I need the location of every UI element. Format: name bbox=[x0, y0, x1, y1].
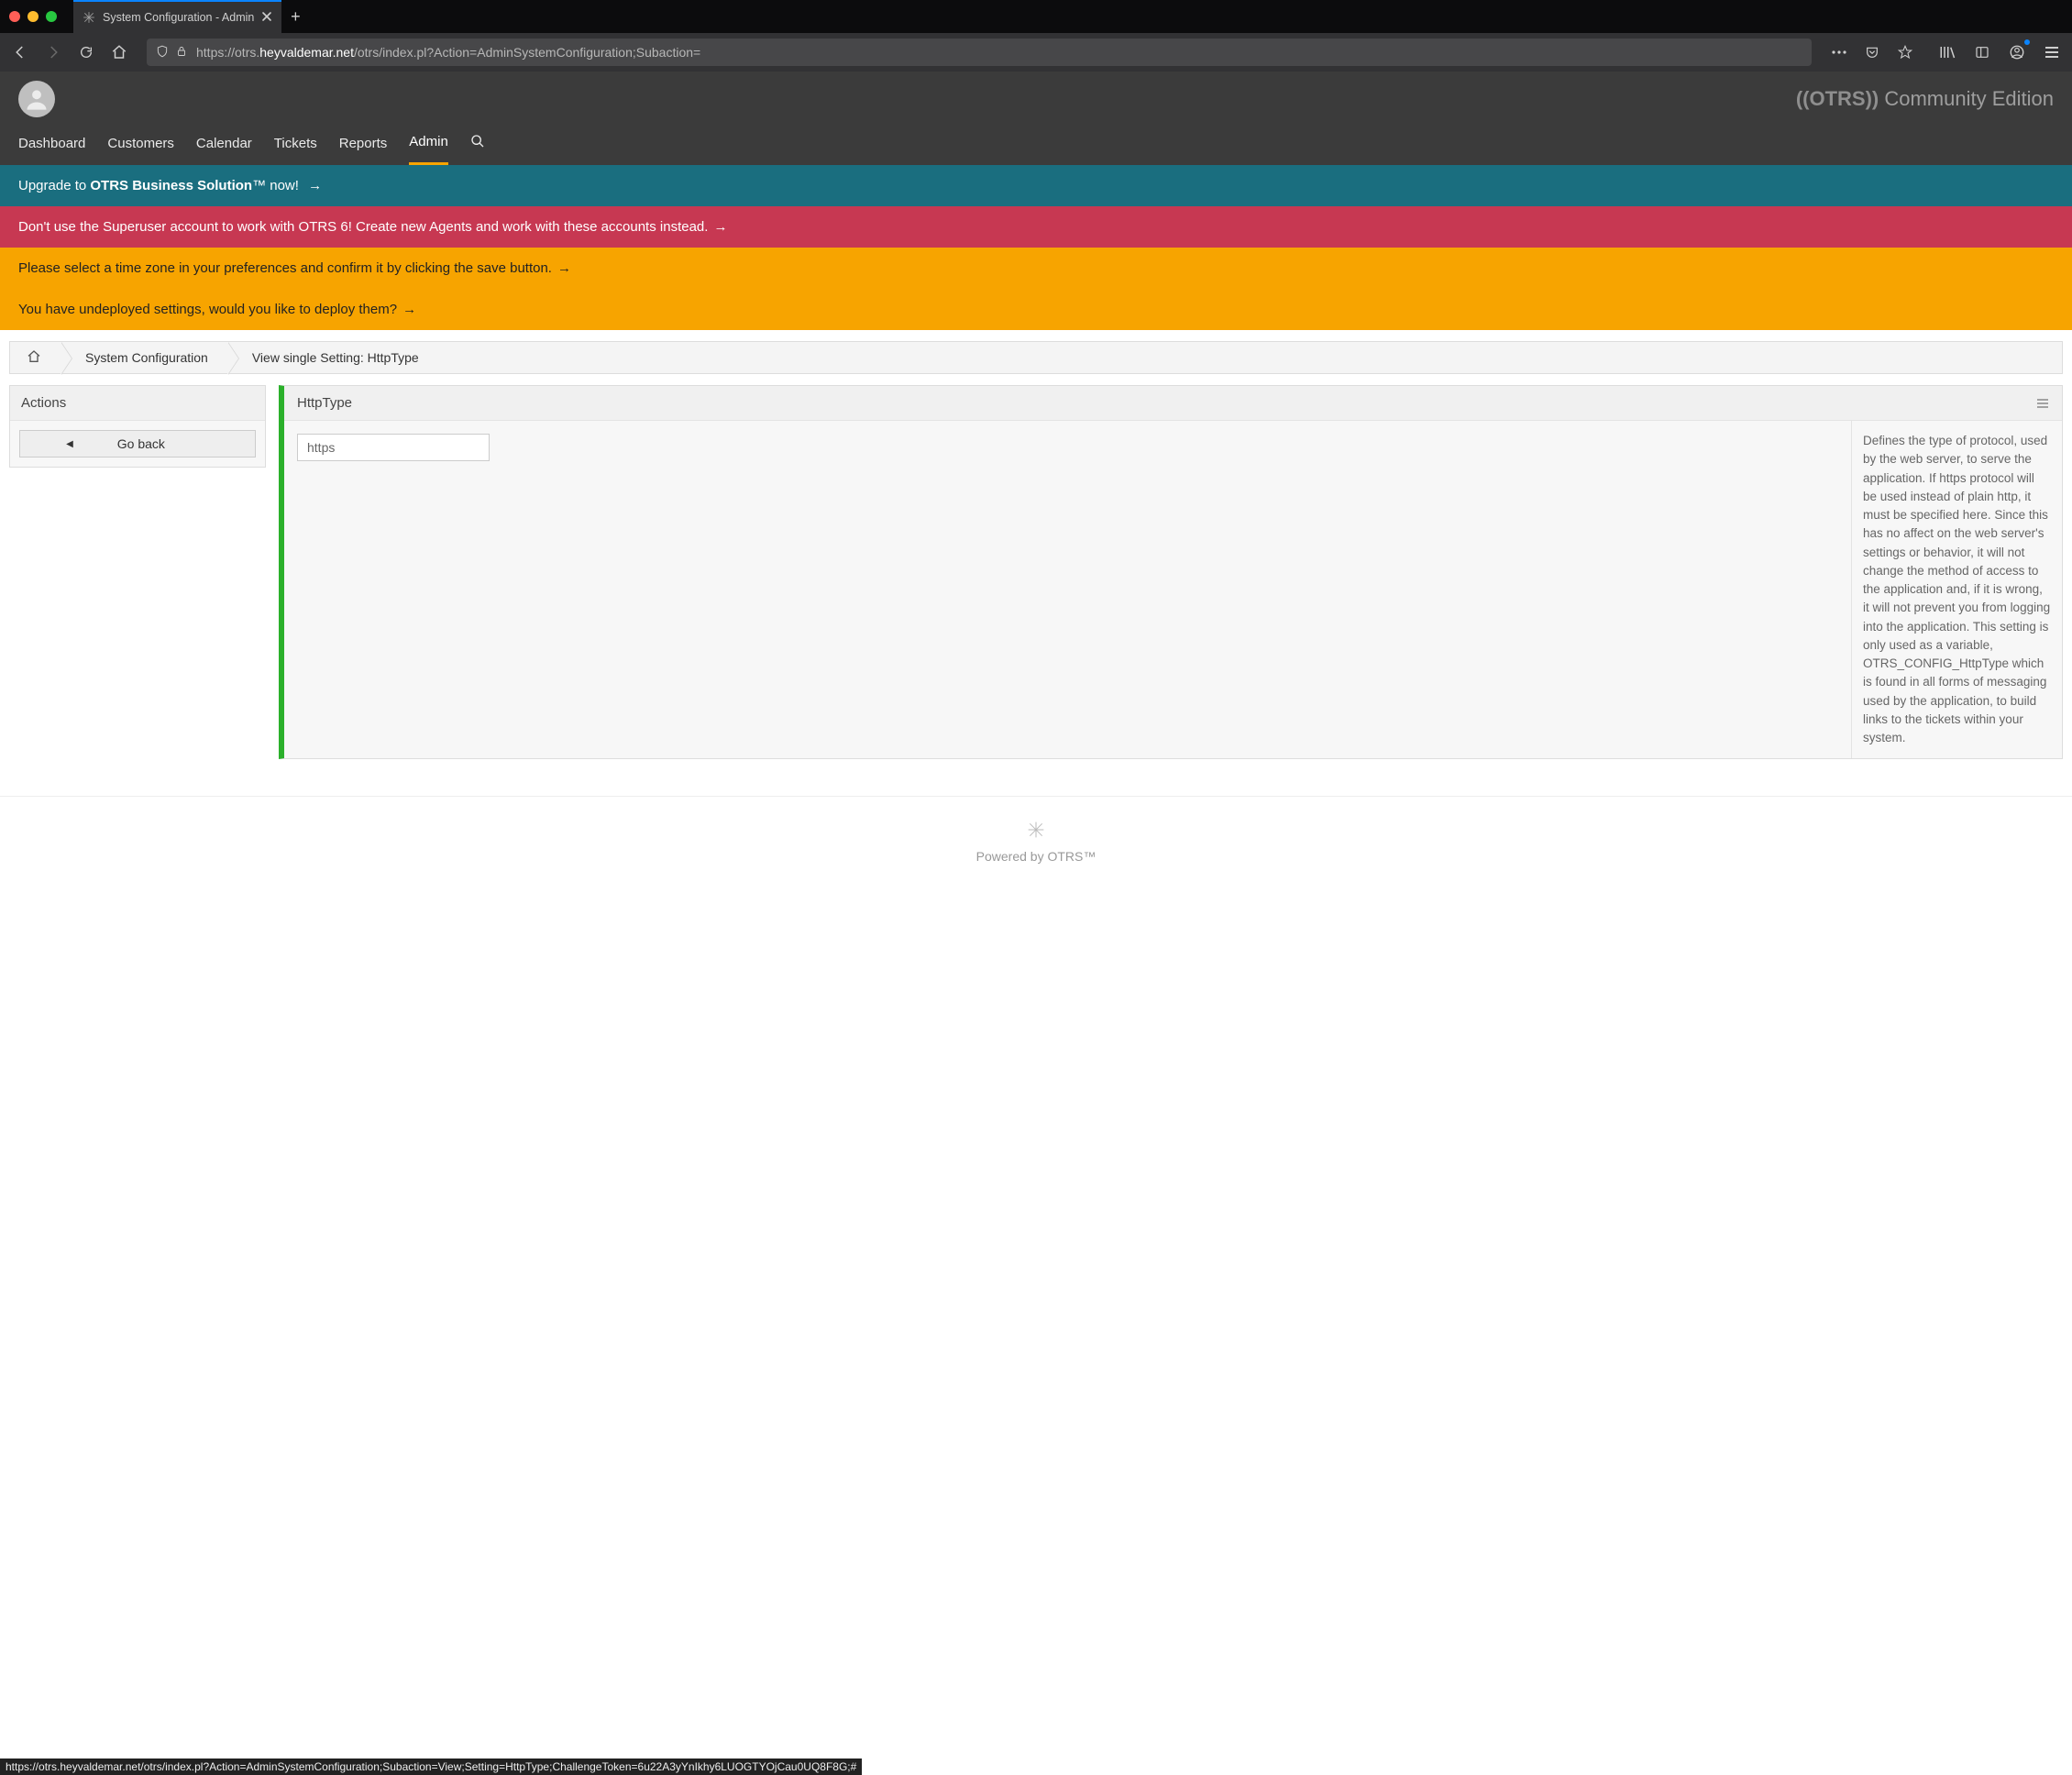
nav-admin[interactable]: Admin bbox=[409, 130, 448, 165]
home-icon bbox=[27, 349, 41, 367]
user-avatar[interactable] bbox=[18, 81, 55, 117]
nav-forward-button[interactable] bbox=[40, 39, 66, 65]
browser-tab-title: System Configuration - Admin bbox=[103, 11, 254, 24]
browser-tab[interactable]: System Configuration - Admin bbox=[73, 0, 281, 33]
library-icon[interactable] bbox=[1934, 39, 1960, 65]
go-back-button[interactable]: ◀ Go back bbox=[19, 430, 256, 458]
nav-dashboard[interactable]: Dashboard bbox=[18, 132, 85, 164]
setting-title: HttpType bbox=[297, 395, 352, 411]
footer-logo-icon bbox=[0, 821, 2072, 842]
brand-text: ((OTRS)) Community Edition bbox=[1796, 87, 2054, 111]
breadcrumb-home[interactable] bbox=[10, 342, 61, 373]
lock-icon bbox=[176, 45, 187, 61]
go-back-label: Go back bbox=[117, 436, 165, 451]
actions-panel-header: Actions bbox=[10, 386, 265, 421]
browser-toolbar: https://otrs.heyvaldemar.net/otrs/index.… bbox=[0, 33, 2072, 72]
account-icon[interactable] bbox=[2004, 39, 2030, 65]
tab-favicon-icon bbox=[83, 11, 95, 24]
content-area: Actions ◀ Go back HttpType bbox=[0, 385, 2072, 777]
breadcrumb-sysconfig[interactable]: System Configuration bbox=[61, 342, 228, 373]
banner-upgrade[interactable]: Upgrade to OTRS Business Solution™ now! … bbox=[0, 165, 2072, 206]
sidebar-toggle-icon[interactable] bbox=[1969, 39, 1995, 65]
bookmark-star-icon[interactable] bbox=[1892, 39, 1918, 65]
nav-back-button[interactable] bbox=[7, 39, 33, 65]
arrow-right-icon: → bbox=[557, 260, 571, 276]
window-minimize-button[interactable] bbox=[28, 11, 39, 22]
banner-timezone[interactable]: Please select a time zone in your prefer… bbox=[0, 248, 2072, 289]
tab-close-icon[interactable] bbox=[261, 11, 272, 25]
breadcrumb: System Configuration View single Setting… bbox=[9, 341, 2063, 374]
shield-icon bbox=[156, 45, 169, 61]
app-header: ((OTRS)) Community Edition Dashboard Cus… bbox=[0, 72, 2072, 165]
setting-menu-icon[interactable] bbox=[2036, 398, 2049, 409]
window-close-button[interactable] bbox=[9, 11, 20, 22]
window-controls bbox=[9, 11, 57, 22]
status-bar: https://otrs.heyvaldemar.net/otrs/index.… bbox=[0, 1758, 862, 1775]
nav-home-button[interactable] bbox=[106, 39, 132, 65]
browser-tab-strip: System Configuration - Admin + bbox=[0, 0, 2072, 33]
nav-reports[interactable]: Reports bbox=[339, 132, 388, 164]
footer: Powered by OTRS™ bbox=[0, 796, 2072, 900]
nav-reload-button[interactable] bbox=[73, 39, 99, 65]
nav-customers[interactable]: Customers bbox=[107, 132, 174, 164]
actions-panel: Actions ◀ Go back bbox=[9, 385, 266, 468]
main-nav: Dashboard Customers Calendar Tickets Rep… bbox=[0, 117, 2072, 165]
triangle-left-icon: ◀ bbox=[66, 439, 73, 449]
pocket-icon[interactable] bbox=[1859, 39, 1885, 65]
arrow-right-icon: → bbox=[402, 302, 416, 317]
breadcrumb-current: View single Setting: HttpType bbox=[228, 342, 439, 373]
setting-panel: HttpType Defines the type of protocol, u… bbox=[279, 385, 2063, 759]
app-menu-icon[interactable] bbox=[2039, 39, 2065, 65]
footer-text: Powered by OTRS™ bbox=[0, 849, 2072, 864]
window-zoom-button[interactable] bbox=[46, 11, 57, 22]
arrow-right-icon: → bbox=[308, 178, 322, 193]
banner-undeployed[interactable]: You have undeployed settings, would you … bbox=[0, 289, 2072, 330]
arrow-right-icon: → bbox=[713, 219, 727, 235]
setting-value-input[interactable] bbox=[297, 434, 490, 461]
nav-tickets[interactable]: Tickets bbox=[274, 132, 317, 164]
nav-search-icon[interactable] bbox=[470, 134, 485, 162]
url-text: https://otrs.heyvaldemar.net/otrs/index.… bbox=[196, 45, 700, 60]
new-tab-button[interactable]: + bbox=[281, 7, 309, 27]
page-actions-icon[interactable] bbox=[1826, 39, 1852, 65]
nav-calendar[interactable]: Calendar bbox=[196, 132, 252, 164]
setting-description: Defines the type of protocol, used by th… bbox=[1851, 421, 2062, 758]
banner-superuser-warning[interactable]: Don't use the Superuser account to work … bbox=[0, 206, 2072, 248]
url-bar[interactable]: https://otrs.heyvaldemar.net/otrs/index.… bbox=[147, 39, 1812, 66]
